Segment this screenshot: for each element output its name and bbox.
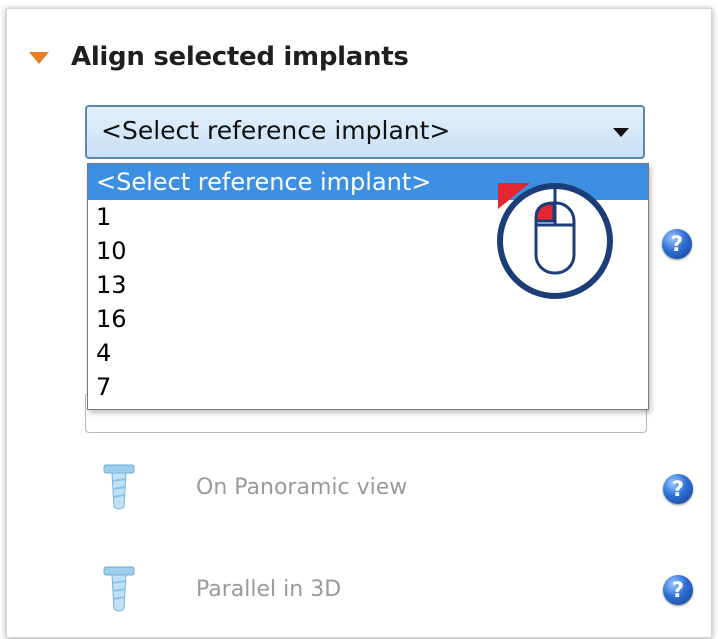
option-4[interactable]: 4 (88, 336, 648, 370)
on-panoramic-view-label: On Panoramic view (196, 474, 408, 500)
option-parallel-in-3d[interactable]: Parallel in 3D (102, 565, 341, 613)
align-implants-panel: Align selected implants <Select referenc… (6, 8, 712, 638)
implant-screw-icon (103, 566, 135, 612)
parallel-in-3d-label: Parallel in 3D (196, 576, 342, 602)
option-16[interactable]: 16 (88, 302, 648, 336)
question-mark-icon[interactable]: ? (663, 474, 693, 504)
question-mark-icon[interactable]: ? (662, 229, 692, 259)
reference-implant-select[interactable]: <Select reference implant> (85, 105, 645, 159)
implant-screw-icon (103, 464, 135, 510)
question-mark-icon[interactable]: ? (663, 575, 693, 605)
section-title: Align selected implants (71, 42, 409, 72)
triangle-down-icon[interactable] (29, 52, 49, 64)
mouse-left-click-icon (497, 183, 613, 299)
chevron-down-icon[interactable] (613, 128, 629, 137)
option-7[interactable]: 7 (88, 370, 648, 404)
option-on-panoramic-view[interactable]: On Panoramic view (102, 463, 407, 511)
section-header[interactable]: Align selected implants (29, 37, 409, 77)
reference-implant-select-value: <Select reference implant> (101, 116, 451, 145)
